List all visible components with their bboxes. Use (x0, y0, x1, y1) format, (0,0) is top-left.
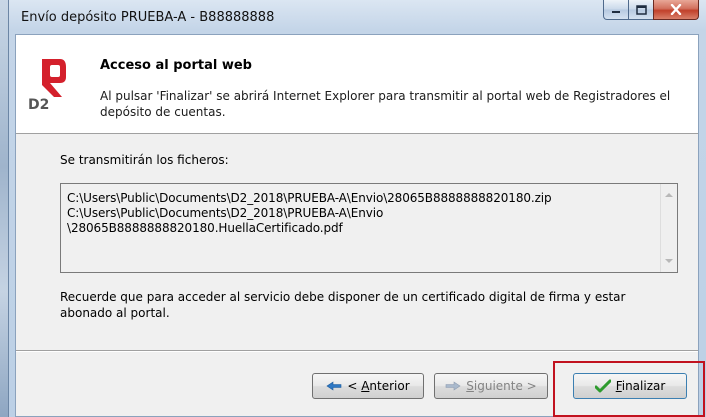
arrow-left-icon (326, 381, 342, 391)
close-icon (670, 4, 682, 15)
maximize-icon (635, 4, 647, 15)
checkmark-icon (594, 379, 611, 393)
desktop-background (0, 0, 8, 417)
wizard-header: D2 Acceso al portal web Al pulsar 'Final… (16, 35, 698, 134)
scroll-down-icon[interactable] (665, 259, 673, 263)
previous-button-label: < Anterior (347, 379, 410, 393)
header-title: Acceso al portal web (100, 58, 252, 73)
close-button[interactable] (653, 0, 699, 20)
caption-buttons (603, 0, 699, 22)
finish-button[interactable]: Finalizar (573, 373, 687, 399)
maximize-button[interactable] (628, 0, 654, 20)
files-scrollbar[interactable] (660, 184, 677, 272)
minimize-icon (612, 10, 620, 13)
dialog-window: Envío depósito PRUEBA-A - B88888888 D2 A… (8, 0, 706, 417)
svg-text:D2: D2 (28, 97, 49, 111)
previous-button[interactable]: < Anterior (312, 373, 424, 399)
certificate-notice: Recuerde que para acceder al servicio de… (60, 290, 626, 320)
dialog-content: D2 Acceso al portal web Al pulsar 'Final… (15, 34, 699, 417)
files-label: Se transmitirán los ficheros: (60, 153, 229, 167)
header-description: Al pulsar 'Finalizar' se abrirá Internet… (100, 89, 671, 119)
next-button-label: Siguiente > (466, 379, 537, 393)
finish-button-label: Finalizar (615, 379, 666, 393)
title-bar[interactable]: Envío depósito PRUEBA-A - B88888888 (9, 0, 706, 34)
d2-logo-icon: D2 (28, 59, 66, 111)
footer-divider (16, 350, 698, 352)
window-title: Envío depósito PRUEBA-A - B88888888 (21, 10, 275, 25)
minimize-button[interactable] (603, 0, 629, 20)
arrow-right-icon (445, 381, 461, 391)
scroll-up-icon[interactable] (665, 193, 673, 197)
files-textbox[interactable]: C:\Users\Public\Documents\D2_2018\PRUEBA… (60, 183, 678, 273)
files-list-text: C:\Users\Public\Documents\D2_2018\PRUEBA… (67, 191, 552, 235)
next-button[interactable]: Siguiente > (434, 373, 548, 399)
